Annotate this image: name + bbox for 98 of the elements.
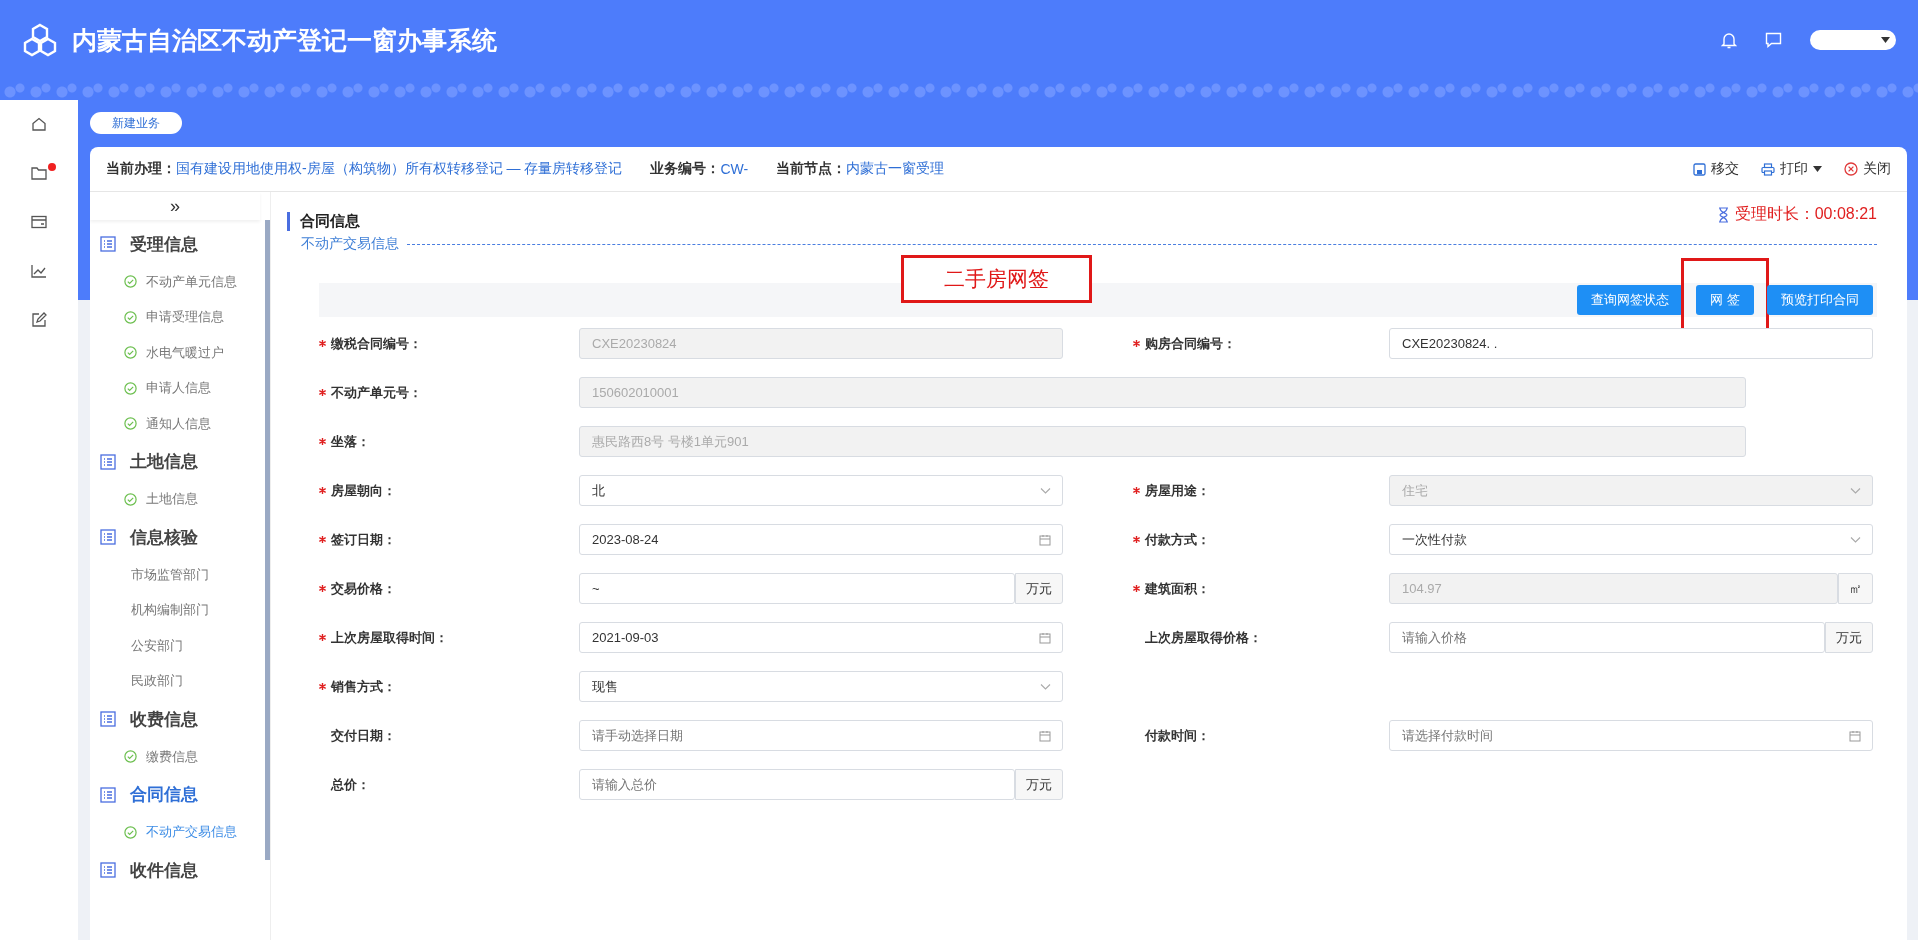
- unit-label: 万元: [1825, 622, 1873, 653]
- field-label: 房屋朝向：: [331, 481, 396, 500]
- nav-item[interactable]: 水电气暖过户: [146, 343, 224, 362]
- hourglass-icon: [1717, 206, 1729, 223]
- field-label: 签订日期：: [331, 530, 396, 549]
- select-field[interactable]: 现售: [579, 671, 1063, 702]
- field-label: 坐落：: [331, 432, 370, 451]
- field-label: 上次房屋取得时间：: [331, 628, 448, 647]
- nav-item[interactable]: 市场监管部门: [131, 565, 209, 584]
- select-field[interactable]: 北: [579, 475, 1063, 506]
- field-label: 付款时间：: [1145, 726, 1210, 745]
- nav-item[interactable]: 不动产交易信息: [146, 823, 237, 842]
- collapse-toggle[interactable]: »: [90, 192, 260, 220]
- field-label: 上次房屋取得价格：: [1145, 628, 1262, 647]
- list-icon: [100, 711, 116, 727]
- calendar-icon: [1039, 533, 1051, 546]
- toolbar-button[interactable]: 移交: [1693, 160, 1739, 178]
- nav-item[interactable]: 机构编制部门: [131, 601, 209, 620]
- info-label: 当前办理：: [106, 160, 176, 178]
- input-field[interactable]: 请输入价格: [1389, 622, 1825, 653]
- nav-item[interactable]: 申请受理信息: [146, 308, 224, 327]
- card-icon: [31, 215, 47, 229]
- list-icon: [100, 862, 116, 878]
- field-label: 交易价格：: [331, 579, 396, 598]
- action-button[interactable]: 查询网签状态: [1577, 285, 1684, 315]
- nav-item[interactable]: 缴费信息: [146, 747, 198, 766]
- unit-label: 万元: [1015, 573, 1063, 604]
- field-label: 销售方式：: [331, 677, 396, 696]
- date-field[interactable]: 请手动选择日期: [579, 720, 1063, 751]
- input-field[interactable]: 请输入总价: [579, 769, 1015, 800]
- info-value: 国有建设用地使用权-房屋（构筑物）所有权转移登记 — 存量房转移登记: [176, 160, 623, 178]
- nav-section-title[interactable]: 土地信息: [130, 450, 198, 473]
- field-label: 付款方式：: [1145, 530, 1210, 549]
- chevron-down-icon: [1040, 683, 1051, 690]
- input-field[interactable]: CXE20230824. .: [1389, 328, 1873, 359]
- toolbar-button[interactable]: 关闭: [1844, 160, 1891, 178]
- bell-icon[interactable]: [1721, 31, 1737, 49]
- input-field[interactable]: ~: [579, 573, 1015, 604]
- info-value: CW-: [720, 161, 749, 177]
- list-icon: [100, 529, 116, 545]
- chevron-down-icon: [1850, 487, 1861, 494]
- home-icon: [31, 116, 47, 132]
- field-label: 交付日期：: [331, 726, 396, 745]
- nav-section-title[interactable]: 信息核验: [130, 525, 198, 549]
- scrollbar[interactable]: [265, 220, 270, 860]
- user-menu[interactable]: [1810, 30, 1896, 50]
- select-field[interactable]: 一次性付款: [1389, 524, 1873, 555]
- app-title: 内蒙古自治区不动产登记一窗办事系统: [72, 24, 497, 56]
- chat-icon[interactable]: [1765, 32, 1782, 48]
- list-icon: [100, 236, 116, 252]
- date-field[interactable]: 2021-09-03: [579, 622, 1063, 653]
- edit-icon: [31, 312, 47, 328]
- toolbar-button[interactable]: 打印: [1761, 160, 1822, 178]
- nav-item[interactable]: 申请人信息: [146, 379, 211, 398]
- chevron-down-icon: [1850, 536, 1861, 543]
- subsection-title: 不动产交易信息: [301, 235, 399, 253]
- nav-item[interactable]: 民政部门: [131, 672, 183, 691]
- chevron-down-icon: [1040, 487, 1051, 494]
- field-label: 缴税合同编号：: [331, 334, 422, 353]
- info-label: 当前节点：: [776, 160, 847, 178]
- annotation-label: 二手房网签: [901, 255, 1092, 303]
- nav-item[interactable]: 通知人信息: [146, 414, 211, 433]
- list-icon: [100, 453, 116, 470]
- save-icon: [1693, 162, 1706, 176]
- field-label: 购房合同编号：: [1145, 334, 1236, 353]
- nav-section-title[interactable]: 收费信息: [130, 707, 198, 731]
- chart-icon: [31, 264, 47, 278]
- timer-text: 受理时长：00:08:21: [1734, 204, 1877, 224]
- nav-item[interactable]: 公安部门: [131, 636, 183, 655]
- info-value: 内蒙古一窗受理: [846, 160, 945, 178]
- nav-item[interactable]: 土地信息: [146, 490, 198, 509]
- field-label: 建筑面积：: [1145, 579, 1210, 598]
- calendar-icon: [1039, 729, 1051, 742]
- caret-icon: [1813, 166, 1822, 172]
- folder-icon: [31, 166, 47, 180]
- logo-icon: [22, 23, 58, 57]
- caret-icon: [1881, 37, 1890, 43]
- nav-section-title[interactable]: 受理信息: [130, 232, 198, 256]
- date-field[interactable]: 2023-08-24: [579, 524, 1063, 555]
- calendar-icon: [1849, 729, 1861, 742]
- unit-label: ㎡: [1838, 573, 1873, 604]
- info-label: 业务编号：: [650, 160, 721, 178]
- close-icon: [1844, 162, 1858, 176]
- field-label: 房屋用途：: [1145, 481, 1210, 500]
- nav-item[interactable]: 不动产单元信息: [146, 272, 237, 291]
- nav-section-title[interactable]: 收件信息: [130, 858, 198, 882]
- page-tab[interactable]: 新建业务: [90, 112, 182, 134]
- action-button[interactable]: 预览打印合同: [1767, 285, 1873, 315]
- field-label: 总价：: [331, 775, 370, 794]
- printer-icon: [1761, 162, 1775, 176]
- action-button[interactable]: 网 签: [1696, 285, 1754, 315]
- calendar-icon: [1039, 631, 1051, 644]
- date-field[interactable]: 请选择付款时间: [1389, 720, 1873, 751]
- nav-section-title[interactable]: 合同信息: [130, 783, 198, 806]
- list-icon: [100, 786, 116, 803]
- field-label: 不动产单元号：: [331, 383, 422, 402]
- section-title: 合同信息: [287, 212, 360, 231]
- unit-label: 万元: [1015, 769, 1063, 800]
